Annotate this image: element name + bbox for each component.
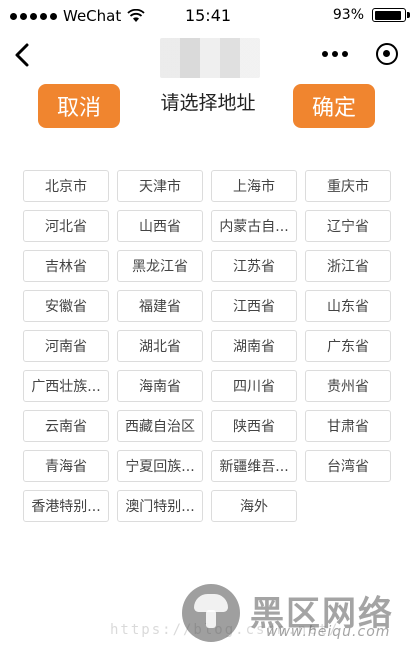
region-option[interactable]: 广东省 [305,330,391,362]
battery-icon [372,8,410,22]
region-option[interactable]: 黑龙江省 [117,250,203,282]
nav-bar [0,32,416,78]
region-option[interactable]: 重庆市 [305,170,391,202]
region-option[interactable]: 香港特别... [23,490,109,522]
region-option[interactable]: 湖北省 [117,330,203,362]
region-option[interactable]: 海南省 [117,370,203,402]
region-option[interactable]: 山西省 [117,210,203,242]
status-right: 93% [332,7,410,23]
region-option[interactable]: 山东省 [305,290,391,322]
region-option[interactable]: 江西省 [211,290,297,322]
region-option[interactable]: 贵州省 [305,370,391,402]
region-option[interactable]: 澳门特别... [117,490,203,522]
region-option[interactable]: 宁夏回族... [117,450,203,482]
region-option[interactable]: 内蒙古自... [211,210,297,242]
region-option[interactable]: 江苏省 [211,250,297,282]
address-picker-header: 取消 请选择地址 确定 [0,82,416,132]
region-option[interactable]: 河北省 [23,210,109,242]
watermark-domain: www.heiqu.com [266,624,391,640]
region-option[interactable]: 广西壮族... [23,370,109,402]
region-option[interactable]: 青海省 [23,450,109,482]
mini-program-capsule [322,40,398,68]
region-option[interactable]: 吉林省 [23,250,109,282]
more-dots-icon[interactable] [322,51,348,57]
region-option[interactable]: 河南省 [23,330,109,362]
region-option[interactable]: 安徽省 [23,290,109,322]
region-option[interactable]: 北京市 [23,170,109,202]
confirm-button[interactable]: 确定 [293,84,375,128]
region-option[interactable]: 天津市 [117,170,203,202]
region-option[interactable]: 云南省 [23,410,109,442]
region-option[interactable]: 福建省 [117,290,203,322]
region-option[interactable]: 海外 [211,490,297,522]
region-option[interactable]: 陕西省 [211,410,297,442]
mushroom-logo-icon [182,584,240,642]
target-circle-icon[interactable] [376,43,398,65]
region-grid: 北京市 天津市 上海市 重庆市河北省 山西省 内蒙古自... 辽宁省吉林省 黑龙江省 江苏省 浙江… [23,170,393,522]
region-option[interactable]: 四川省 [211,370,297,402]
region-option[interactable]: 甘肃省 [305,410,391,442]
region-option[interactable]: 浙江省 [305,250,391,282]
region-option[interactable]: 辽宁省 [305,210,391,242]
region-option[interactable]: 台湾省 [305,450,391,482]
status-bar: WeChat 15:41 93% [0,0,416,32]
region-option[interactable]: 西藏自治区 [117,410,203,442]
region-option[interactable]: 上海市 [211,170,297,202]
chevron-left-icon[interactable] [10,40,36,70]
blurred-page-title [160,38,260,78]
battery-percent: 93% [332,7,364,23]
region-option[interactable]: 湖南省 [211,330,297,362]
region-option[interactable]: 新疆维吾... [211,450,297,482]
